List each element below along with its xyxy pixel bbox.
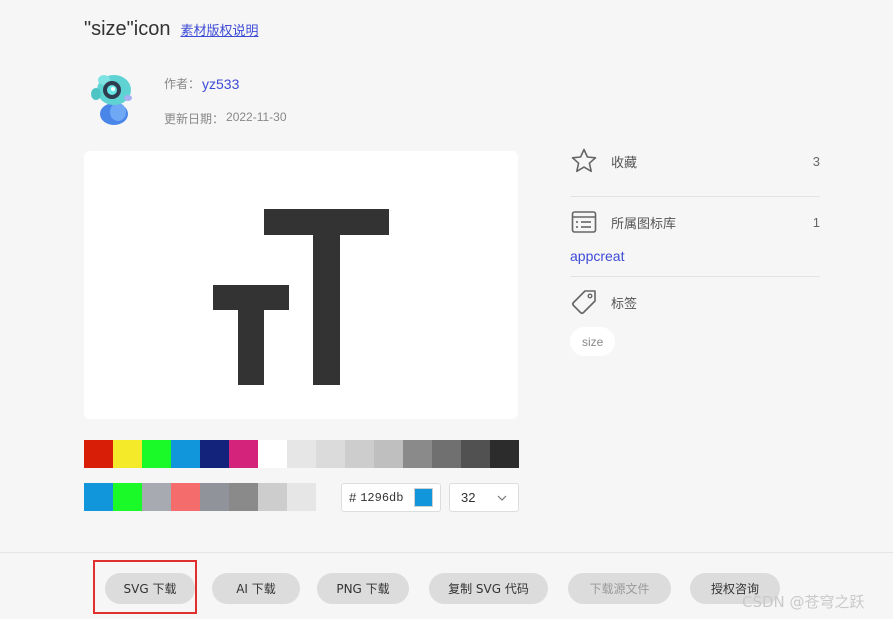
avatar[interactable] (84, 68, 144, 128)
tag-icon (571, 290, 596, 315)
color-hex-input[interactable]: # 1296db (341, 483, 441, 512)
tags-row: 标签 (570, 288, 820, 316)
author-name[interactable]: yz533 (202, 76, 239, 92)
color-swatch-7[interactable] (258, 440, 287, 468)
library-row: 所属图标库 1 (570, 208, 820, 236)
hex-value: 1296db (360, 490, 404, 505)
copy-svg-code-button[interactable]: 复制 SVG 代码 (429, 573, 548, 604)
tags-label: 标签 (611, 296, 638, 312)
color-swatch-8[interactable] (287, 483, 316, 511)
color-swatch-6[interactable] (229, 483, 258, 511)
author-label: 作者： (164, 77, 201, 91)
library-label: 所属图标库 (611, 216, 677, 232)
icon-preview (84, 151, 518, 419)
page-title: "size"icon (84, 18, 171, 40)
divider (570, 196, 820, 197)
color-swatch-4[interactable] (171, 483, 200, 511)
color-swatch-5[interactable] (200, 483, 229, 511)
color-swatch-15[interactable] (490, 440, 519, 468)
text-size-icon (213, 209, 389, 385)
color-swatch-2[interactable] (113, 440, 142, 468)
color-palette-primary (84, 440, 519, 468)
color-swatch-13[interactable] (432, 440, 461, 468)
highlight-box (93, 560, 197, 614)
color-swatch-9[interactable] (316, 440, 345, 468)
color-swatch-14[interactable] (461, 440, 490, 468)
ai-download-button[interactable]: AI 下载 (212, 573, 300, 604)
png-download-button[interactable]: PNG 下载 (317, 573, 409, 604)
color-swatch[interactable] (414, 488, 433, 507)
color-swatch-7[interactable] (258, 483, 287, 511)
color-swatch-8[interactable] (287, 440, 316, 468)
color-swatch-3[interactable] (142, 440, 171, 468)
download-source-button[interactable]: 下载源文件 (568, 573, 671, 604)
color-swatch-2[interactable] (113, 483, 142, 511)
size-value: 32 (461, 490, 476, 505)
title-row: "size"icon 素材版权说明 (84, 18, 258, 41)
library-icon (571, 211, 597, 233)
divider (570, 276, 820, 277)
color-palette-recent (84, 483, 316, 511)
date-label: 更新日期： (164, 112, 225, 126)
tag-chip-size[interactable]: size (570, 327, 616, 356)
hex-hash-label: # (349, 490, 357, 505)
color-swatch-1[interactable] (84, 483, 113, 511)
color-swatch-10[interactable] (345, 440, 374, 468)
color-swatch-6[interactable] (229, 440, 258, 468)
update-date: 2022-11-30 (226, 110, 287, 124)
collect-count: 3 (812, 153, 820, 169)
date-row: 更新日期： 2022-11-30 (164, 110, 287, 127)
divider (0, 552, 893, 553)
chevron-down-icon (497, 495, 507, 501)
copyright-link[interactable]: 素材版权说明 (180, 20, 258, 39)
star-icon[interactable] (570, 147, 598, 175)
color-swatch-11[interactable] (374, 440, 403, 468)
library-count: 1 (812, 214, 820, 230)
watermark: CSDN @苍穹之跃 (742, 593, 865, 611)
library-link[interactable]: appcreat (570, 248, 624, 264)
color-swatch-12[interactable] (403, 440, 432, 468)
color-swatch-3[interactable] (142, 483, 171, 511)
color-swatch-1[interactable] (84, 440, 113, 468)
author-row: 作者： yz533 (164, 75, 239, 92)
collect-row[interactable]: 收藏 3 (570, 147, 820, 175)
size-select[interactable]: 32 (449, 483, 519, 512)
collect-label: 收藏 (611, 155, 638, 171)
color-swatch-4[interactable] (171, 440, 200, 468)
color-swatch-5[interactable] (200, 440, 229, 468)
